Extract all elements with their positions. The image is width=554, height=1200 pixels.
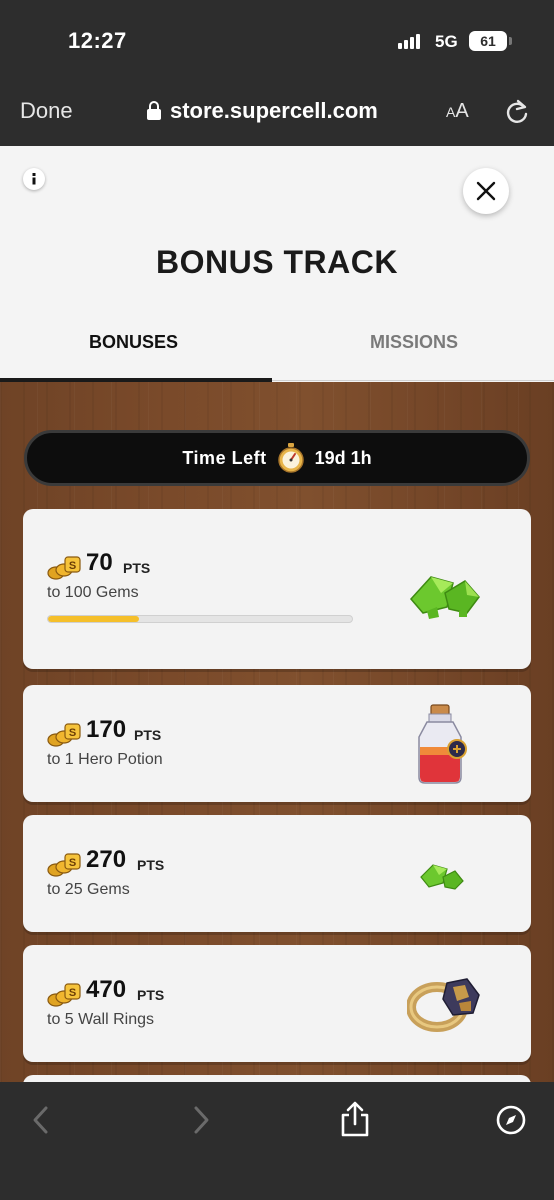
svg-text:S: S — [69, 560, 76, 572]
points-unit: PTS — [137, 987, 165, 1003]
bonus-card[interactable]: S 270 PTS to 25 Gems — [23, 815, 531, 932]
share-icon[interactable] — [339, 1100, 371, 1138]
svg-text:S: S — [69, 857, 76, 869]
points-value: 170 — [86, 716, 127, 743]
time-left-label: Time Left — [182, 447, 267, 468]
points-coin-icon: S — [47, 723, 81, 747]
close-icon — [476, 181, 496, 201]
reward-label: to 5 Wall Rings — [47, 1011, 154, 1028]
close-button[interactable] — [463, 168, 509, 214]
gems-icon — [409, 576, 480, 619]
tab-divider — [272, 380, 554, 381]
battery-cap — [509, 37, 512, 45]
stopwatch-icon — [277, 443, 304, 473]
status-bar: 12:27 5G 61 — [0, 0, 554, 80]
svg-text:S: S — [69, 987, 76, 999]
points-unit: PTS — [134, 727, 162, 743]
lock-icon — [147, 101, 161, 120]
bonus-card[interactable]: S 470 PTS to 5 Wall Rings — [23, 945, 531, 1062]
points-value: 270 — [86, 846, 127, 873]
done-button[interactable]: Done — [20, 98, 73, 124]
text-size-button[interactable]: AA — [446, 100, 469, 123]
forward-icon[interactable] — [190, 1104, 212, 1136]
text-size-big: A — [455, 100, 469, 122]
info-button[interactable] — [23, 168, 45, 190]
points-unit: PTS — [123, 560, 151, 576]
points-value: 70 — [86, 549, 113, 576]
modal-header: BONUS TRACK BONUSES MISSIONS — [0, 146, 554, 382]
modal-title: BONUS TRACK — [156, 244, 398, 280]
text-size-small: A — [446, 104, 456, 120]
gems-icon — [420, 864, 464, 890]
bonus-card[interactable]: S 170 PTS to 1 Hero Potion — [23, 685, 531, 802]
progress-bar — [47, 615, 353, 623]
points-unit: PTS — [137, 857, 165, 873]
reward-label: to 1 Hero Potion — [47, 751, 163, 768]
address-bar[interactable]: store.supercell.com — [170, 98, 378, 124]
wall-ring-icon — [407, 978, 480, 1032]
status-time: 12:27 — [68, 28, 127, 53]
back-icon[interactable] — [30, 1104, 52, 1136]
signal-icon — [398, 33, 420, 49]
battery-icon: 61 — [469, 31, 507, 51]
browser-bottom-bar — [0, 1082, 554, 1200]
points-coin-icon: S — [47, 983, 81, 1007]
reload-icon[interactable] — [504, 98, 530, 126]
bonus-card[interactable] — [23, 1075, 531, 1082]
svg-text:S: S — [69, 727, 76, 739]
reward-label: to 100 Gems — [47, 584, 139, 601]
points-coin-icon: S — [47, 556, 81, 580]
time-left-value: 19d 1h — [314, 447, 372, 468]
bonus-list-area[interactable]: Time Left 19d 1h S 70 PTS to 100 Gems S … — [0, 382, 554, 1082]
points-coin-icon: S — [47, 853, 81, 877]
tab-bonuses[interactable]: BONUSES — [89, 332, 178, 353]
time-left-banner: Time Left 19d 1h — [24, 430, 530, 486]
browser-toolbar: Done store.supercell.com AA — [0, 80, 554, 146]
network-type: 5G — [435, 32, 458, 51]
tab-missions[interactable]: MISSIONS — [370, 332, 458, 353]
points-value: 470 — [86, 976, 127, 1003]
progress-fill — [48, 616, 140, 622]
info-icon — [32, 173, 36, 185]
reward-label: to 25 Gems — [47, 881, 130, 898]
bonus-card[interactable]: S 70 PTS to 100 Gems — [23, 509, 531, 669]
compass-icon[interactable] — [495, 1104, 527, 1136]
hero-potion-icon — [418, 704, 467, 784]
